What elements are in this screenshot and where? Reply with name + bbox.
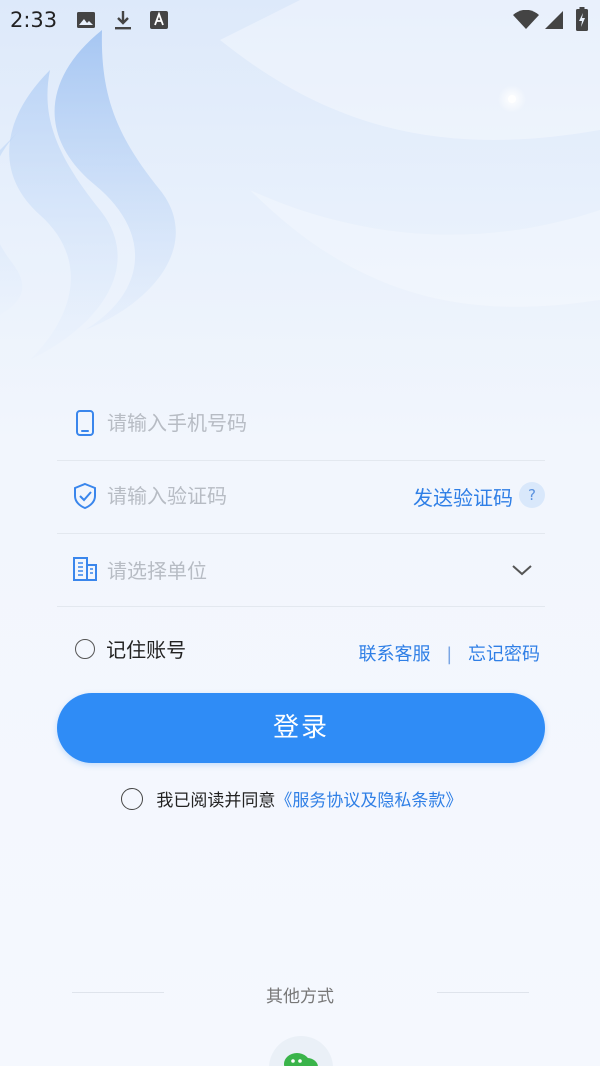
remember-radio[interactable] bbox=[75, 638, 95, 659]
code-row: 发送验证码 ? bbox=[57, 460, 545, 534]
wifi-icon bbox=[513, 10, 539, 29]
link-separator: | bbox=[446, 644, 453, 665]
wechat-login-button[interactable] bbox=[269, 1036, 333, 1066]
terms-link[interactable]: 《服务协议及隐私条款》 bbox=[275, 791, 462, 811]
hero-background bbox=[0, 0, 600, 360]
chevron-down-icon bbox=[512, 565, 532, 576]
phone-icon bbox=[76, 410, 94, 436]
send-code-button[interactable]: 发送验证码 bbox=[413, 482, 513, 511]
signal-icon bbox=[545, 11, 563, 29]
unit-placeholder: 请选择单位 bbox=[107, 559, 207, 583]
status-bar: 2:33 bbox=[0, 0, 600, 40]
code-input[interactable] bbox=[107, 478, 347, 514]
status-time: 2:33 bbox=[10, 8, 58, 32]
agreement: 我已阅读并同意《服务协议及隐私条款》 bbox=[121, 786, 462, 811]
image-icon bbox=[77, 12, 95, 28]
shield-check-icon bbox=[74, 482, 96, 510]
agreement-radio[interactable] bbox=[121, 787, 143, 810]
wechat-icon bbox=[284, 1053, 318, 1066]
phone-row bbox=[57, 387, 545, 461]
forgot-password-link[interactable]: 忘记密码 bbox=[468, 644, 540, 665]
remember-label: 记住账号 bbox=[106, 638, 187, 662]
phone-input[interactable] bbox=[107, 405, 407, 441]
other-methods-label: 其他方式 bbox=[266, 987, 334, 1007]
help-links: 联系客服 | 忘记密码 bbox=[358, 640, 540, 666]
unit-select[interactable]: 请选择单位 bbox=[57, 533, 545, 607]
remember-account-checkbox[interactable]: 记住账号 bbox=[75, 634, 187, 662]
help-icon[interactable]: ? bbox=[519, 482, 545, 508]
contact-support-link[interactable]: 联系客服 bbox=[358, 644, 430, 665]
agreement-prefix: 我已阅读并同意 bbox=[156, 791, 276, 811]
download-icon bbox=[115, 11, 131, 30]
building-icon bbox=[73, 557, 97, 581]
login-button[interactable]: 登录 bbox=[57, 693, 545, 763]
login-screen: 2:33 请输入手机号码 请输入验证码 发送验证码 ? 请选择单位 记住账号 联… bbox=[0, 0, 600, 1066]
font-icon bbox=[150, 11, 168, 29]
battery-icon bbox=[576, 7, 588, 31]
